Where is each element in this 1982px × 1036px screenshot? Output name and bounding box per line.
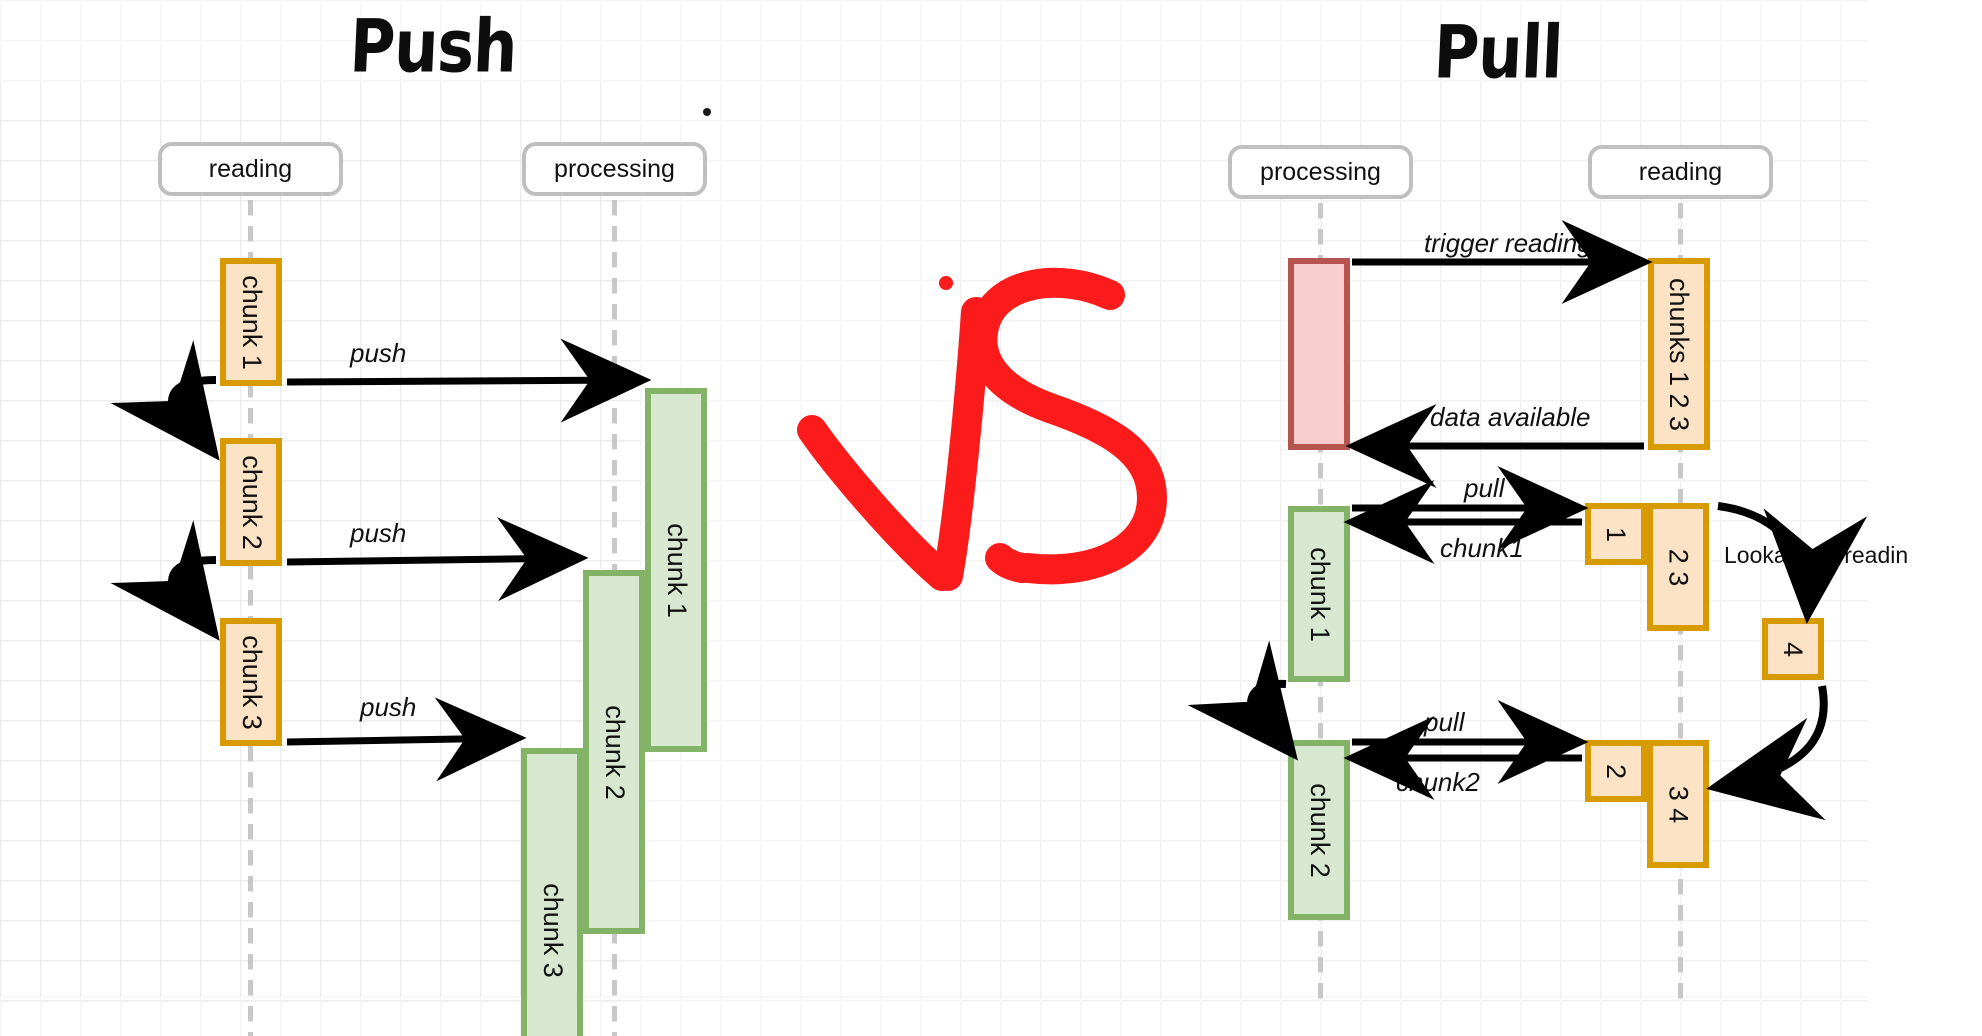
left-processing-chunk-3: chunk 3 [521,748,583,1036]
right-message-pull-1: pull [1464,473,1505,503]
left-selfloop-2-arrow [110,520,220,641]
grid-background-strip-top [0,0,1982,82]
lifeline-head-reading-left: reading [158,142,343,196]
left-processing-chunk-2-label: chunk 2 [599,704,630,800]
right-reading-box-4: 4 [1762,618,1824,680]
left-reading-chunk-3-label: chunk 3 [236,634,267,730]
left-arrow-push-3 [286,697,527,782]
right-selfloop-arrow [1187,640,1298,761]
right-reading-chunks-123-label: chunks 1 2 3 [1664,277,1695,431]
left-processing-chunk-1: chunk 1 [645,388,707,752]
diagram-canvas: Push reading processing chunk 1 chunk 2 … [0,0,1982,1036]
right-reading-box-1-label: 1 [1601,526,1632,542]
left-selfloop-1-arrow [110,340,220,461]
grid-background-right [960,0,1982,1036]
left-processing-chunk-1-label: chunk 1 [661,522,692,618]
lookahead-annotation: Lookahead readin [1724,542,1909,568]
right-message-pull-2: pull [1424,707,1465,737]
lifeline-head-processing-right-label: processing [1260,157,1381,186]
left-reading-chunk-3: chunk 3 [220,618,282,746]
lifeline-head-processing-left-label: processing [554,154,675,183]
right-message-data-available: data available [1430,402,1591,432]
grid-background-strip-bottom [0,996,1982,1036]
right-reading-box-23: 2 3 [1647,503,1709,631]
left-message-push-1: push [350,338,407,368]
left-selfloop-1-stem [168,376,217,427]
right-reading-box-2: 2 [1585,740,1647,802]
right-reading-box-2-label: 2 [1601,763,1632,779]
left-selfloop-2-stem [168,556,217,607]
vs-handwritten-mark [797,267,1167,591]
left-arrow-push-2 [286,517,589,602]
grid-mask-right [1868,0,1982,1036]
lifeline-head-processing-right: processing [1228,145,1413,199]
right-message-trigger-reading: trigger reading [1424,228,1592,258]
left-arrow-push-1 [286,338,652,423]
right-processing-chunk-1: chunk 1 [1288,506,1350,682]
right-processing-chunk-2-label: chunk 2 [1304,782,1335,878]
left-diagram-title: Push [348,2,519,90]
right-reading-box-34-label: 3 4 [1663,785,1694,823]
left-reading-chunk-1-label: chunk 1 [236,274,267,370]
right-processing-chunk-2: chunk 2 [1288,740,1350,920]
left-reading-chunk-2: chunk 2 [220,438,282,566]
left-message-push-2: push [350,518,407,548]
right-reading-box-4-label: 4 [1778,641,1809,657]
lifeline-head-reading-right: reading [1588,145,1773,199]
right-message-chunk1: chunk1 [1440,533,1524,563]
right-lookahead-arrow-back [1706,685,1828,821]
left-reading-chunk-1: chunk 1 [220,258,282,386]
right-reading-chunks-123: chunks 1 2 3 [1648,258,1710,450]
lifeline-head-processing-left: processing [522,142,707,196]
right-processing-chunk-1-label: chunk 1 [1304,546,1335,642]
left-processing-chunk-3-label: chunk 3 [537,882,568,978]
left-message-push-3: push [360,692,417,722]
vs-ink-dot [939,276,953,290]
right-processing-activation [1288,258,1350,450]
lifeline-head-reading-left-label: reading [208,154,293,183]
left-reading-chunk-2-label: chunk 2 [236,454,267,550]
left-processing-chunk-2: chunk 2 [583,570,645,934]
stray-ink-dot [703,108,711,116]
lifeline-head-reading-right-label: reading [1638,157,1723,186]
right-diagram-title: Pull [1432,8,1564,96]
right-reading-box-34: 3 4 [1647,740,1709,868]
right-reading-box-23-label: 2 3 [1663,548,1694,586]
right-reading-box-1: 1 [1585,503,1647,565]
right-message-chunk2: chunk2 [1396,767,1480,797]
right-selfloop-stem [1247,679,1287,728]
